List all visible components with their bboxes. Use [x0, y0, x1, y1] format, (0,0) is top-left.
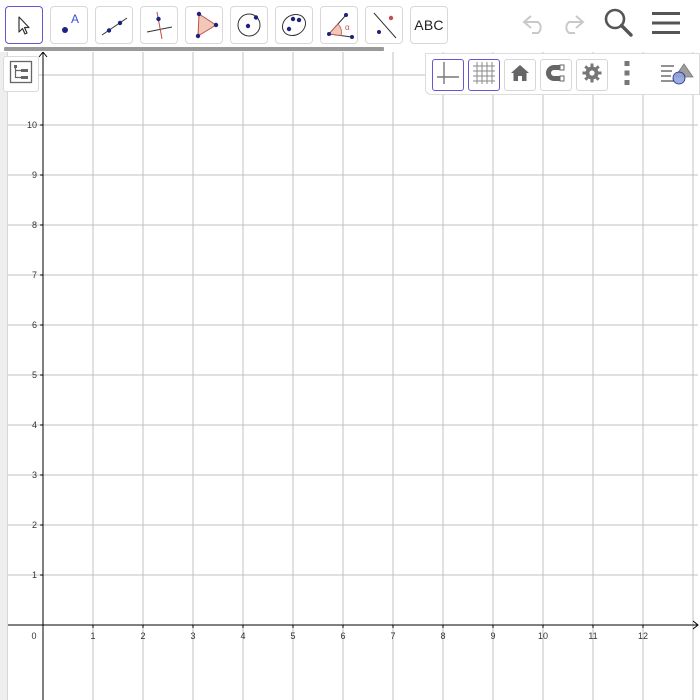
ellipse-tool-button[interactable]	[275, 6, 313, 44]
standard-view-button[interactable]	[504, 59, 536, 91]
x-tick-label: 9	[490, 631, 495, 641]
perpendicular-line-tool-button[interactable]	[140, 6, 178, 44]
x-tick-label: 3	[190, 631, 195, 641]
x-tick-label: 8	[440, 631, 445, 641]
x-tick-label: 4	[240, 631, 245, 641]
gear-icon	[581, 62, 603, 89]
line-icon	[99, 10, 129, 40]
toolbar-scrollbar[interactable]	[4, 47, 384, 51]
algebra-view-collapsed-edge[interactable]	[0, 52, 8, 700]
graphics-view[interactable]: 0 1 2 3 4 5 6 7 8 9 10 11 1212345678910	[0, 0, 700, 700]
show-grid-button[interactable]	[468, 59, 500, 91]
arrow-pointer-icon	[13, 14, 35, 36]
y-tick-label: 1	[32, 570, 37, 580]
perpendicular-line-icon	[144, 10, 174, 40]
y-tick-label: 3	[32, 470, 37, 480]
search-button[interactable]	[601, 8, 635, 42]
circle-tool-button[interactable]	[230, 6, 268, 44]
point-capturing-button[interactable]	[540, 59, 572, 91]
tree-view-icon	[9, 60, 33, 89]
y-tick-label: 6	[32, 320, 37, 330]
x-tick-label: 2	[140, 631, 145, 641]
reflect-icon	[369, 10, 399, 40]
main-menu-button[interactable]	[649, 8, 683, 42]
magnet-icon	[544, 62, 568, 89]
undo-button[interactable]	[518, 8, 552, 42]
style-bar-toggle-icon	[660, 60, 694, 91]
undo-icon	[520, 11, 550, 40]
axes-icon	[435, 60, 461, 91]
search-icon	[602, 7, 634, 44]
x-tick-label: 1	[90, 631, 95, 641]
y-tick-label: 9	[32, 170, 37, 180]
reflect-tool-button[interactable]	[365, 6, 403, 44]
y-tick-label: 5	[32, 370, 37, 380]
y-tick-label: 8	[32, 220, 37, 230]
algebra-view-toggle-button[interactable]	[3, 56, 39, 92]
y-tick-label: 10	[27, 120, 37, 130]
graphics-settings-button[interactable]	[576, 59, 608, 91]
x-tick-label: 12	[638, 631, 648, 641]
y-tick-label: 2	[32, 520, 37, 530]
toolbar: A α ABC	[0, 0, 700, 52]
move-tool-button[interactable]	[5, 6, 43, 44]
angle-icon: α	[324, 10, 354, 40]
angle-tool-button[interactable]: α	[320, 6, 358, 44]
more-options-button[interactable]	[611, 59, 643, 91]
text-tool-button[interactable]: ABC	[410, 6, 448, 44]
ellipse-icon	[279, 10, 309, 40]
redo-icon	[557, 11, 587, 40]
polygon-icon	[189, 10, 219, 40]
x-tick-label: 11	[588, 631, 597, 641]
point-icon: A	[54, 10, 84, 40]
home-icon	[509, 62, 531, 89]
alpha-label: α	[345, 23, 350, 32]
style-bar-toggle-button[interactable]	[658, 59, 696, 91]
line-tool-button[interactable]	[95, 6, 133, 44]
menu-icon	[651, 10, 681, 41]
x-tick-label: 5	[290, 631, 295, 641]
redo-button[interactable]	[555, 8, 589, 42]
graphics-style-bar	[425, 53, 700, 95]
show-axes-button[interactable]	[432, 59, 464, 91]
point-tool-button[interactable]: A	[50, 6, 88, 44]
text-icon: ABC	[414, 17, 444, 33]
y-tick-label: 7	[32, 270, 37, 280]
point-label: A	[71, 12, 79, 26]
polygon-tool-button[interactable]	[185, 6, 223, 44]
more-vertical-icon	[622, 60, 632, 91]
x-tick-label: 10	[538, 631, 548, 641]
grid-icon	[471, 60, 497, 91]
circle-center-icon	[234, 10, 264, 40]
x-tick-label: 0	[31, 631, 36, 641]
x-tick-label: 6	[340, 631, 345, 641]
y-tick-label: 4	[32, 420, 37, 430]
x-tick-label: 7	[390, 631, 395, 641]
